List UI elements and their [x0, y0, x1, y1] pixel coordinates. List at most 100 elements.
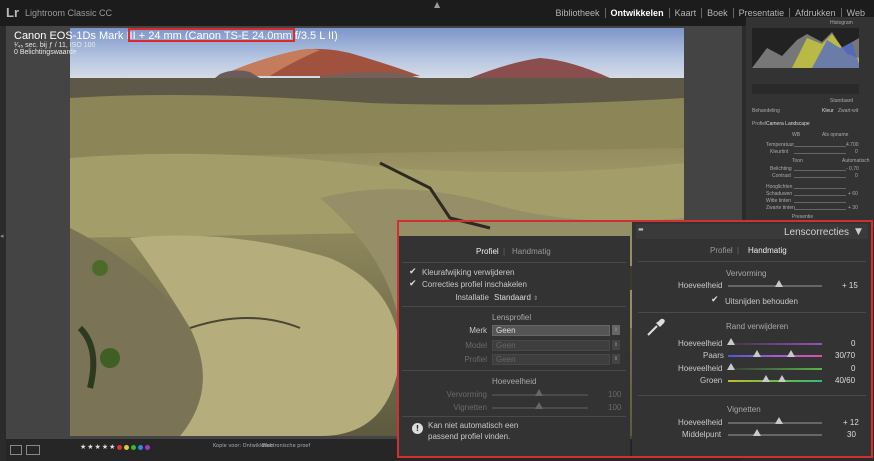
- exposure-info: ¹⁄₄₅ sec. bij ƒ / 11, ISO 100: [14, 42, 96, 49]
- tool-strip[interactable]: [752, 84, 859, 94]
- highlights-label: Hooglichten: [766, 184, 793, 190]
- module-map[interactable]: Kaart: [668, 8, 702, 18]
- shadows-value: + 60: [848, 191, 858, 197]
- constrain-crop-label: Uitsnijden behouden: [725, 297, 798, 306]
- vignetting-amount-value: + 12: [843, 418, 859, 427]
- profile-dropdown[interactable]: Geen: [492, 354, 610, 365]
- contrast-slider[interactable]: [794, 177, 846, 178]
- collapse-top-panel-icon[interactable]: ▲: [434, 0, 440, 9]
- midpoint-thumb[interactable]: [753, 429, 761, 436]
- wb-label: WB: [792, 132, 801, 138]
- module-book[interactable]: Boek: [701, 8, 733, 18]
- green-amount-thumb[interactable]: [727, 363, 735, 370]
- loupe-view-icon[interactable]: [10, 445, 22, 455]
- treatment-color[interactable]: Kleur: [822, 108, 834, 114]
- divider: [638, 395, 866, 396]
- before-after-icon[interactable]: [26, 445, 40, 455]
- distortion-thumb-left[interactable]: [535, 389, 543, 396]
- constrain-crop-checkbox[interactable]: ✔: [711, 296, 720, 305]
- color-label-green[interactable]: [131, 445, 136, 450]
- purple-hue-thumb-low[interactable]: [753, 350, 761, 357]
- color-label-yellow[interactable]: [124, 445, 129, 450]
- preset-standard[interactable]: Standaard: [830, 98, 853, 104]
- color-label-blue[interactable]: [138, 445, 143, 450]
- enable-profile-checkbox[interactable]: ✔: [409, 280, 418, 289]
- vignetting-label-left: Vignetten: [453, 403, 487, 412]
- purple-amount-label: Hoeveelheid: [678, 339, 723, 348]
- exposure-label: Belichting: [770, 166, 792, 172]
- green-amount-label: Hoeveelheid: [678, 364, 723, 373]
- module-develop[interactable]: Ontwikkelen: [604, 8, 669, 18]
- green-hue-slider[interactable]: [728, 380, 822, 382]
- profile-value[interactable]: Camera Landscape: [766, 121, 810, 127]
- chromatic-aberration-label: Kleurafwijking verwijderen: [422, 268, 515, 277]
- warning-text-line-2: passend profiel vinden.: [428, 432, 511, 441]
- green-amount-slider[interactable]: [728, 368, 822, 370]
- histogram: [752, 28, 859, 68]
- eyedropper-icon-svg: [647, 318, 665, 336]
- shadows-slider[interactable]: [794, 195, 846, 196]
- lens-profile-title: Lensprofiel: [492, 313, 532, 322]
- model-spinner-icon[interactable]: ⇕: [612, 340, 620, 350]
- rating-stars[interactable]: ★★★★★: [80, 443, 116, 451]
- expand-left-panel-icon[interactable]: ◂: [0, 232, 4, 240]
- whites-slider[interactable]: [794, 202, 846, 203]
- tab-divider: |: [503, 247, 506, 256]
- treatment-bw[interactable]: Zwart-wit: [838, 108, 858, 114]
- tab-profile[interactable]: Profiel: [476, 247, 499, 256]
- distortion-amount-thumb[interactable]: [775, 280, 783, 287]
- vignetting-value-left: 100: [608, 403, 622, 412]
- eyedropper-icon[interactable]: [645, 316, 667, 342]
- model-dropdown[interactable]: Geen: [492, 340, 610, 351]
- exposure-slider[interactable]: [794, 170, 846, 171]
- tint-slider[interactable]: [794, 153, 846, 154]
- tab-manual-right[interactable]: Handmatig: [748, 246, 787, 255]
- tab-manual[interactable]: Handmatig: [512, 247, 551, 256]
- purple-amount-slider[interactable]: [728, 343, 822, 345]
- lens-corrections-title[interactable]: Lenscorrecties: [784, 227, 849, 238]
- temp-label: Temperatuur: [766, 142, 795, 148]
- setup-value: Standaard: [494, 293, 531, 302]
- divider: [402, 416, 626, 417]
- setup-label: Installatie: [455, 293, 489, 302]
- purple-amount-thumb[interactable]: [727, 338, 735, 345]
- green-hue-thumb-low[interactable]: [762, 375, 770, 382]
- profile-label: Profiel: [752, 121, 767, 127]
- temp-value: 4.700: [846, 142, 859, 148]
- purple-hue-thumb-high[interactable]: [787, 350, 795, 357]
- chromatic-aberration-checkbox[interactable]: ✔: [409, 268, 418, 277]
- profile-spinner-icon[interactable]: ⇕: [612, 354, 620, 364]
- lens-highlight-box: [128, 28, 295, 42]
- tone-auto[interactable]: Automatisch: [842, 158, 870, 164]
- vignetting-amount-label: Hoeveelheid: [678, 418, 723, 427]
- exposure-slider-value: - 0,70: [846, 166, 859, 172]
- blacks-slider[interactable]: [794, 209, 846, 210]
- make-spinner-icon[interactable]: ⇕: [612, 325, 620, 335]
- setup-dropdown[interactable]: Standaard ⇕: [494, 293, 538, 302]
- green-hue-thumb-high[interactable]: [778, 375, 786, 382]
- make-dropdown[interactable]: Geen: [492, 325, 610, 336]
- vignetting-amount-thumb[interactable]: [775, 417, 783, 424]
- panel-switch-icon[interactable]: ▬: [638, 226, 644, 233]
- purple-hue-slider[interactable]: [728, 355, 822, 357]
- whites-label: Witte tinten: [766, 198, 792, 204]
- distortion-label-left: Vervorming: [446, 390, 487, 399]
- distortion-amount-value: + 15: [842, 281, 858, 290]
- highlights-slider[interactable]: [794, 188, 846, 189]
- tab-profile-right[interactable]: Profiel: [710, 246, 733, 255]
- distortion-amount-label: Hoeveelheid: [678, 281, 723, 290]
- color-label-red[interactable]: [117, 445, 122, 450]
- module-library[interactable]: Bibliotheek: [551, 8, 605, 18]
- temp-slider[interactable]: [794, 146, 846, 147]
- midpoint-slider[interactable]: [728, 434, 822, 436]
- soft-proof-label[interactable]: Elektronische proef: [262, 443, 310, 449]
- vignetting-thumb-left[interactable]: [535, 402, 543, 409]
- color-label-purple[interactable]: [145, 445, 150, 450]
- tint-label: Kleurtint: [770, 149, 789, 155]
- collapse-panel-icon[interactable]: ▼: [855, 227, 862, 237]
- wb-value[interactable]: Als opname: [822, 132, 848, 138]
- midpoint-value: 30: [847, 430, 856, 439]
- make-label: Merk: [469, 326, 487, 335]
- contrast-value: 0: [855, 173, 858, 179]
- distortion-title: Vervorming: [726, 269, 767, 278]
